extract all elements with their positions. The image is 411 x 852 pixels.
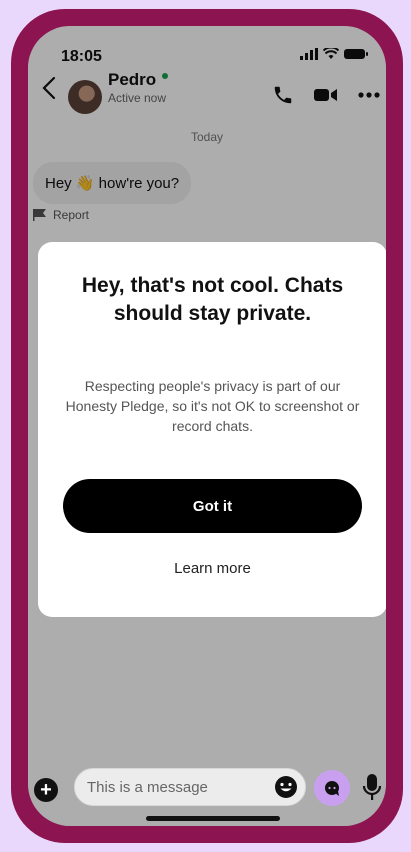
got-it-button[interactable]: Got it	[63, 479, 362, 533]
mic-icon[interactable]	[362, 774, 382, 802]
plus-icon[interactable]: +	[34, 778, 58, 802]
modal-title: Hey, that's not cool. Chats should stay …	[81, 274, 344, 325]
assistant-icon	[325, 781, 339, 796]
message-input[interactable]: This is a message	[74, 768, 306, 806]
composer: + This is a message	[28, 766, 386, 816]
assistant-button[interactable]	[314, 770, 350, 806]
home-indicator	[146, 816, 280, 821]
emoji-icon[interactable]	[274, 775, 298, 799]
privacy-modal: Hey, that's not cool. Chats should stay …	[38, 242, 386, 617]
message-placeholder: This is a message	[87, 778, 208, 796]
modal-body: Respecting people's privacy is part of o…	[65, 378, 360, 434]
phone-screen: 18:05 Pedro Active now Today Hey 👋 how'r…	[28, 26, 386, 826]
learn-more-link[interactable]: Learn more	[38, 560, 386, 577]
